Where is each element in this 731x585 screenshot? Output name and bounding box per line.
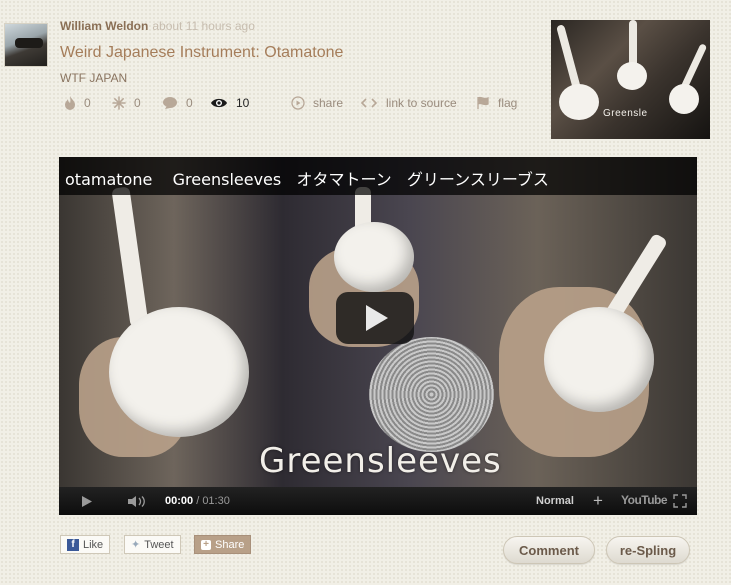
share-link[interactable]: share <box>291 96 343 110</box>
instrument-head <box>334 222 414 292</box>
comment-bubble-icon <box>163 97 177 109</box>
fullscreen-icon[interactable] <box>673 494 687 508</box>
sparks-count: 0 <box>134 96 141 110</box>
video-watermark: Greensleeves <box>259 441 502 481</box>
thumb-instrument-head <box>617 62 647 90</box>
source-link[interactable]: link to source <box>360 96 457 110</box>
code-brackets-icon <box>360 98 378 108</box>
channel-name[interactable]: WTF JAPAN <box>60 71 127 85</box>
flag-link[interactable]: flag <box>476 96 517 110</box>
instrument-head <box>109 307 249 437</box>
eye-icon <box>211 98 227 108</box>
video-title[interactable]: otamatone Greensleeves オタマトーン グリーンスリーブス <box>65 166 549 190</box>
microphone-shape <box>369 337 494 452</box>
quality-selector[interactable]: Normal <box>536 495 574 507</box>
plus-icon: + <box>201 539 211 550</box>
author-avatar[interactable] <box>4 23 48 67</box>
video-thumbnail[interactable]: Greensle <box>551 20 710 139</box>
thumb-instrument-head <box>669 84 699 114</box>
share-label: share <box>313 96 344 110</box>
comment-button[interactable]: Comment <box>503 536 595 564</box>
thumb-instrument-head <box>559 84 599 120</box>
source-label: link to source <box>386 96 457 110</box>
likes-count: 0 <box>84 96 91 110</box>
video-controls: 00:00 / 01:30 Normal + YouTube <box>59 487 697 515</box>
post-time: about 11 hours ago <box>152 19 255 33</box>
facebook-like-button[interactable]: f Like <box>60 535 111 554</box>
play-overlay-button[interactable] <box>336 292 414 344</box>
share-icon <box>291 96 305 110</box>
instrument-stem <box>111 186 149 328</box>
video-player[interactable]: otamatone Greensleeves オタマトーン グリーンスリーブス … <box>59 157 697 515</box>
volume-icon[interactable] <box>127 495 147 508</box>
time-display: 00:00 / 01:30 <box>165 495 230 507</box>
instrument-head <box>544 307 654 412</box>
video-title-bar: otamatone Greensleeves オタマトーン グリーンスリーブス <box>59 157 697 195</box>
author-line: William Weldon about 11 hours ago <box>60 19 255 33</box>
flag-icon <box>477 96 489 109</box>
play-icon[interactable] <box>81 495 93 508</box>
sparkle-icon <box>112 96 126 110</box>
youtube-label: YouTube <box>621 493 668 507</box>
twitter-bird-icon: ✦ <box>131 539 141 551</box>
respling-button[interactable]: re-Spling <box>606 536 690 564</box>
share-button-label: Share <box>215 538 245 551</box>
time-separator: / <box>193 495 203 507</box>
tweet-label: Tweet <box>144 538 174 551</box>
like-label: Like <box>83 538 104 551</box>
current-time: 00:00 <box>165 495 194 507</box>
post-title[interactable]: Weird Japanese Instrument: Otamatone <box>60 44 343 62</box>
youtube-logo-icon[interactable]: YouTube <box>621 493 668 507</box>
stat-sparks[interactable]: 0 <box>112 96 141 110</box>
comments-count: 0 <box>186 96 193 110</box>
stat-comments[interactable]: 0 <box>162 96 193 110</box>
flame-icon <box>65 96 75 110</box>
tweet-button[interactable]: ✦ Tweet <box>124 535 181 554</box>
flag-label: flag <box>498 96 518 110</box>
author-name[interactable]: William Weldon <box>60 19 148 33</box>
views-count: 10 <box>236 96 250 110</box>
stat-likes[interactable]: 0 <box>64 96 91 110</box>
expand-plus-icon[interactable]: + <box>593 491 603 511</box>
stat-views: 10 <box>210 96 249 110</box>
share-button[interactable]: + Share <box>194 535 252 554</box>
duration: 01:30 <box>202 495 230 507</box>
facebook-f-icon: f <box>67 538 79 551</box>
thumbnail-watermark: Greensle <box>603 108 648 119</box>
